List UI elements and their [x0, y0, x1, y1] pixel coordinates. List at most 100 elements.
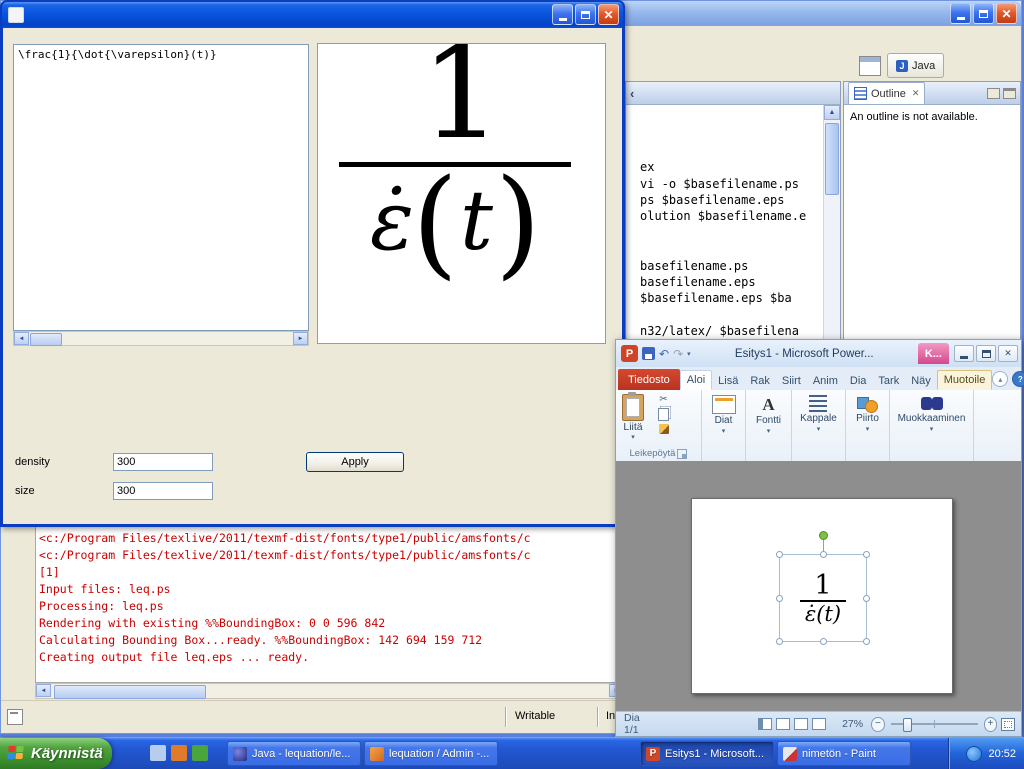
- maximize-view-button[interactable]: [1003, 88, 1016, 99]
- zoom-in-button[interactable]: +: [984, 717, 998, 732]
- slide-editing-area[interactable]: 1 ε̇(t): [616, 461, 1021, 712]
- resize-handle[interactable]: [820, 638, 827, 645]
- ribbon-tab[interactable]: Lisä: [712, 372, 744, 390]
- resize-handle[interactable]: [820, 551, 827, 558]
- density-input[interactable]: [113, 453, 213, 471]
- scrollbar-thumb[interactable]: [54, 685, 206, 699]
- slide-canvas[interactable]: 1 ε̇(t): [691, 498, 953, 694]
- ribbon-tab[interactable]: Siirt: [776, 372, 807, 390]
- selected-equation-object[interactable]: 1 ε̇(t): [779, 554, 867, 642]
- ribbon-tab[interactable]: Aloi: [680, 370, 712, 390]
- k-language-button[interactable]: K...: [918, 343, 949, 364]
- format-painter-icon[interactable]: [659, 424, 669, 434]
- size-input[interactable]: [113, 482, 213, 500]
- maximize-button[interactable]: [976, 345, 996, 362]
- paragraph-group-button[interactable]: Kappale ▾: [792, 390, 846, 461]
- reading-view-icon[interactable]: [794, 718, 808, 730]
- open-perspective-icon[interactable]: [859, 56, 881, 76]
- scrollbar-thumb[interactable]: [825, 123, 839, 195]
- maximize-button[interactable]: [973, 3, 994, 24]
- font-group-button[interactable]: A Fontti ▾: [746, 390, 792, 461]
- ribbon-tab[interactable]: Dia: [844, 372, 873, 390]
- console-scrollbar[interactable]: ◄ ►: [35, 683, 625, 699]
- minimize-button[interactable]: [950, 3, 971, 24]
- dialog-launcher-icon[interactable]: [677, 449, 687, 459]
- code-line: [640, 111, 824, 127]
- ribbon-tab[interactable]: Rak: [744, 372, 776, 390]
- fit-to-window-icon[interactable]: [1001, 718, 1015, 731]
- tab-outline[interactable]: Outline ✕: [848, 82, 925, 104]
- apply-button[interactable]: Apply: [306, 452, 404, 472]
- scroll-up-icon[interactable]: ▲: [824, 105, 840, 120]
- tab-file[interactable]: Tiedosto: [618, 369, 680, 390]
- powerpoint-logo-icon[interactable]: P: [621, 345, 638, 362]
- console-line: Processing: leq.ps: [39, 599, 621, 616]
- latex-source-input[interactable]: \frac{1}{\dot{\varepsilon}(t)}: [13, 44, 309, 331]
- taskbar-button-powerpoint[interactable]: P Esitys1 - Microsoft...: [640, 741, 774, 766]
- slides-group-button[interactable]: Diat ▾: [702, 390, 746, 461]
- quick-launch-icon[interactable]: [171, 745, 187, 761]
- scroll-left-icon[interactable]: ◄: [14, 332, 29, 345]
- minimize-button[interactable]: [954, 345, 974, 362]
- cut-icon[interactable]: ✂: [659, 395, 667, 405]
- console-view[interactable]: <c:/Program Files/texlive/2011/texmf-dis…: [35, 525, 625, 683]
- tray-network-icon[interactable]: [966, 746, 982, 762]
- normal-view-icon[interactable]: [758, 718, 772, 730]
- editing-group-button[interactable]: Muokkaaminen ▾: [890, 390, 974, 461]
- lequation-titlebar[interactable]: ✕: [2, 2, 623, 28]
- minimize-ribbon-icon[interactable]: ▴: [992, 371, 1008, 387]
- taskbar-button-lequation[interactable]: lequation / Admin -...: [364, 741, 498, 766]
- task-label: nimetön - Paint: [802, 748, 876, 760]
- taskbar-button-eclipse[interactable]: Java - lequation/le...: [227, 741, 361, 766]
- scroll-tabs-left-icon[interactable]: ‹: [630, 86, 634, 101]
- editor-tabstrip[interactable]: ‹: [626, 82, 840, 105]
- java-perspective-button[interactable]: J Java: [887, 53, 944, 78]
- rotate-handle[interactable]: [819, 531, 828, 540]
- scrollbar-thumb[interactable]: [30, 333, 62, 346]
- paste-button[interactable]: Liitä ▾: [616, 390, 644, 441]
- ribbon-tab[interactable]: Anim: [807, 372, 844, 390]
- zoom-slider[interactable]: [891, 723, 978, 725]
- resize-handle[interactable]: [776, 638, 783, 645]
- powerpoint-titlebar[interactable]: P ↶ ↷ ▾ Esitys1 - Microsoft Power... K..…: [616, 340, 1021, 368]
- scroll-right-icon[interactable]: ►: [293, 332, 308, 345]
- save-icon[interactable]: [642, 347, 655, 360]
- tab-format-contextual[interactable]: Muotoile: [937, 370, 993, 390]
- fast-view-icon[interactable]: [7, 709, 23, 725]
- resize-handle[interactable]: [776, 551, 783, 558]
- close-button[interactable]: ✕: [996, 3, 1017, 24]
- taskbar-button-paint[interactable]: nimetön - Paint: [777, 741, 911, 766]
- code-editor[interactable]: ex vi -o $basefilename.ps ps $basefilena…: [626, 105, 824, 343]
- zoom-slider-thumb[interactable]: [903, 718, 912, 732]
- fraction-numerator: 1: [421, 43, 502, 158]
- slideshow-view-icon[interactable]: [812, 718, 826, 730]
- code-line: [640, 144, 824, 160]
- undo-icon[interactable]: ↶: [659, 347, 669, 361]
- drawing-group-button[interactable]: Piirto ▾: [846, 390, 890, 461]
- scroll-left-icon[interactable]: ◄: [36, 684, 51, 697]
- resize-handle[interactable]: [863, 638, 870, 645]
- quick-launch-icon[interactable]: [192, 745, 208, 761]
- input-scrollbar[interactable]: ◄ ►: [13, 331, 309, 346]
- minimize-button[interactable]: [552, 4, 573, 25]
- ribbon-tab[interactable]: Tark: [872, 372, 905, 390]
- maximize-button[interactable]: [575, 4, 596, 25]
- slide-sorter-view-icon[interactable]: [776, 718, 790, 730]
- copy-icon[interactable]: [658, 408, 669, 421]
- zoom-level[interactable]: 27%: [842, 718, 863, 730]
- start-button[interactable]: Käynnistä: [0, 738, 112, 769]
- zoom-out-button[interactable]: −: [871, 717, 885, 732]
- resize-handle[interactable]: [863, 551, 870, 558]
- ribbon-tab[interactable]: Näy: [905, 372, 937, 390]
- close-tab-icon[interactable]: ✕: [912, 88, 920, 99]
- close-button[interactable]: ✕: [598, 4, 619, 25]
- resize-handle[interactable]: [863, 595, 870, 602]
- taskbar-clock[interactable]: 20:52: [988, 748, 1016, 760]
- resize-handle[interactable]: [776, 595, 783, 602]
- help-icon[interactable]: ?: [1012, 371, 1024, 387]
- redo-icon[interactable]: ↷: [673, 347, 683, 361]
- quick-launch-icon[interactable]: [150, 745, 166, 761]
- editor-scrollbar[interactable]: ▲: [823, 105, 840, 343]
- minimize-view-button[interactable]: [987, 88, 1000, 99]
- close-button[interactable]: ✕: [998, 345, 1018, 362]
